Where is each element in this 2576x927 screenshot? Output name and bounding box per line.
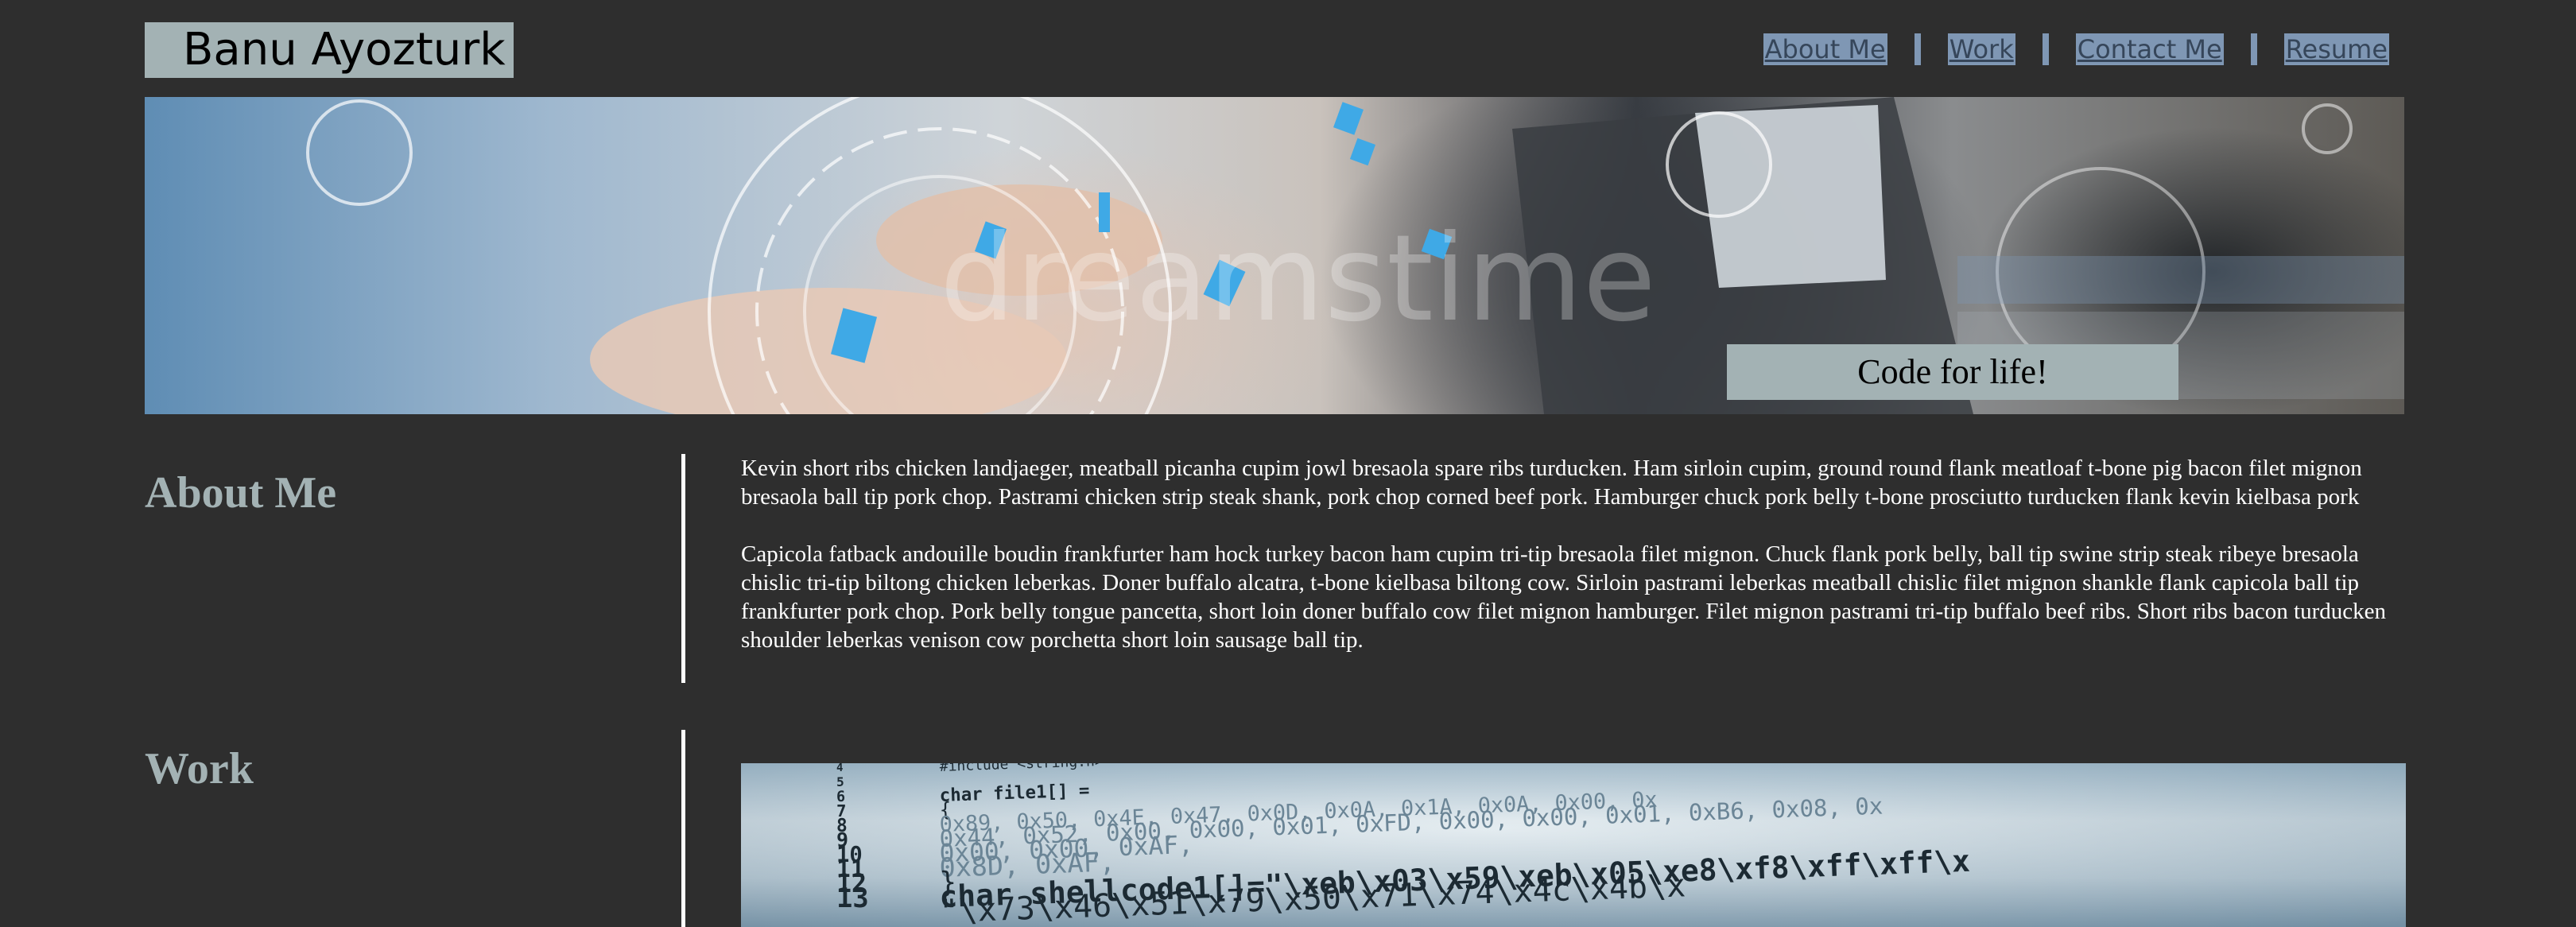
main-nav: About Me Work Contact Me Resume xyxy=(1763,33,2389,65)
work-section-title: Work xyxy=(145,744,254,793)
about-paragraph: Kevin short ribs chicken landjaeger, mea… xyxy=(741,456,2362,510)
section-divider xyxy=(681,454,685,683)
work-project-image[interactable]: 4 #include <string.h> 5 6 char file1[] = 7{8 0… xyxy=(741,763,2406,927)
hero-banner-image: dreamstime Code for life! xyxy=(145,97,2404,414)
site-title: Banu Ayozturk xyxy=(145,22,514,78)
code-line-number: 4 xyxy=(836,763,843,774)
nav-link-about-me[interactable]: About Me xyxy=(1763,33,1887,65)
watermark-text: dreamstime xyxy=(940,210,1656,348)
nav-divider xyxy=(2250,33,2257,65)
about-paragraph: Capicola fatback andouille boudin frankf… xyxy=(741,541,2386,653)
code-listing: 4 #include <string.h>56 char file1[] =7 {8 0… xyxy=(741,763,2406,927)
about-text: Kevin short ribs chicken landjaeger, mea… xyxy=(741,454,2406,654)
nav-link-contact-me[interactable]: Contact Me xyxy=(2075,33,2224,65)
section-divider xyxy=(681,730,685,927)
about-section-title: About Me xyxy=(145,468,337,518)
code-line-number: 5 xyxy=(836,774,844,789)
nav-divider xyxy=(1914,33,1921,65)
nav-link-work[interactable]: Work xyxy=(1947,33,2015,65)
nav-link-resume[interactable]: Resume xyxy=(2283,33,2389,65)
code-line-number: 13 xyxy=(836,882,869,913)
hero-slogan: Code for life! xyxy=(1727,344,2178,400)
nav-divider xyxy=(2042,33,2049,65)
